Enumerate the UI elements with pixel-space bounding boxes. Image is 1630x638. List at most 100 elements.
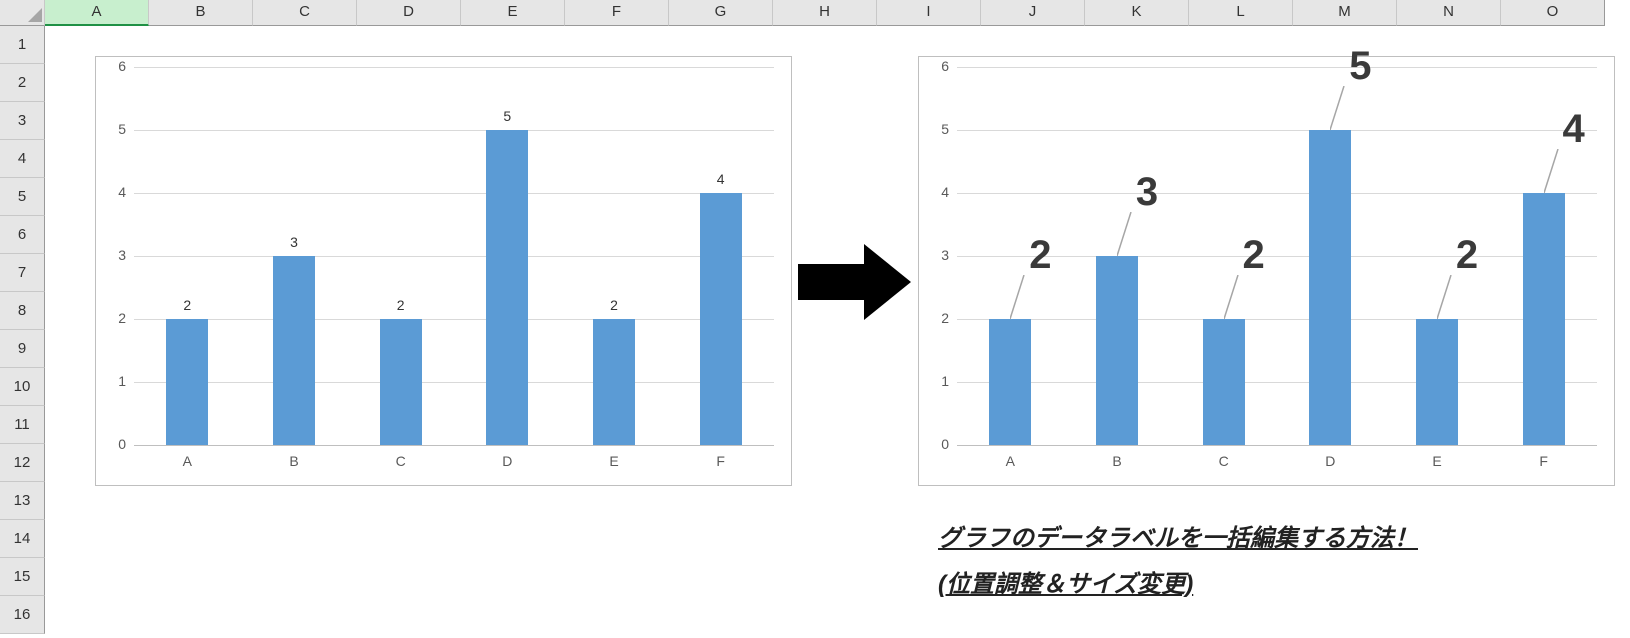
column-header-F[interactable]: F xyxy=(565,0,669,26)
chart-gridline xyxy=(957,193,1597,194)
cells-area[interactable]: 0123456A2B3C2D5E2F4 0123456A2B3C2D5E2F4 … xyxy=(45,26,1630,638)
chart-data-label: 4 xyxy=(709,171,733,187)
chart-leader-line xyxy=(1330,86,1346,132)
chart-data-label: 2 xyxy=(175,297,199,313)
chart-x-tick: E xyxy=(1384,453,1491,469)
chart-bar xyxy=(273,256,315,445)
chart-data-label: 4 xyxy=(1554,107,1594,152)
chart-data-label: 2 xyxy=(1447,233,1487,278)
column-header-M[interactable]: M xyxy=(1293,0,1397,26)
row-header-5[interactable]: 5 xyxy=(0,178,45,216)
row-header-column: 12345678910111213141516 xyxy=(0,26,45,634)
chart-y-tick: 3 xyxy=(941,247,949,263)
spreadsheet-sheet: ABCDEFGHIJKLMNO 12345678910111213141516 … xyxy=(0,0,1630,638)
chart-x-tick: A xyxy=(957,453,1064,469)
column-header-I[interactable]: I xyxy=(877,0,981,26)
chart-bar xyxy=(1203,319,1245,445)
row-header-15[interactable]: 15 xyxy=(0,558,45,596)
chart-bar xyxy=(1096,256,1138,445)
caption-line-2: (位置調整＆サイズ変更) xyxy=(938,562,1418,608)
chart-y-tick: 2 xyxy=(941,310,949,326)
chart-bar xyxy=(1309,130,1351,445)
chart-data-label: 2 xyxy=(1020,233,1060,278)
chart-data-label: 3 xyxy=(1127,170,1167,215)
chart-gridline xyxy=(957,319,1597,320)
chart-data-label: 5 xyxy=(495,108,519,124)
chart-x-tick: B xyxy=(241,453,348,469)
chart-bar xyxy=(380,319,422,445)
chart-x-axis xyxy=(134,445,774,446)
chart-x-tick: D xyxy=(454,453,561,469)
row-header-7[interactable]: 7 xyxy=(0,254,45,292)
select-all-triangle-icon xyxy=(0,0,45,26)
column-header-K[interactable]: K xyxy=(1085,0,1189,26)
chart-x-axis xyxy=(957,445,1597,446)
column-header-J[interactable]: J xyxy=(981,0,1085,26)
chart-leader-line xyxy=(1224,275,1240,321)
chart-bar xyxy=(989,319,1031,445)
chart-data-label: 2 xyxy=(389,297,413,313)
row-header-9[interactable]: 9 xyxy=(0,330,45,368)
chart-right-plot: 0123456A2B3C2D5E2F4 xyxy=(957,67,1597,445)
chart-y-tick: 0 xyxy=(118,436,126,452)
chart-gridline xyxy=(134,382,774,383)
chart-data-label: 2 xyxy=(602,297,626,313)
column-header-G[interactable]: G xyxy=(669,0,773,26)
row-header-16[interactable]: 16 xyxy=(0,596,45,634)
column-header-C[interactable]: C xyxy=(253,0,357,26)
column-header-A[interactable]: A xyxy=(45,0,149,26)
chart-gridline xyxy=(957,67,1597,68)
chart-y-tick: 4 xyxy=(118,184,126,200)
chart-gridline xyxy=(134,193,774,194)
chart-data-label: 3 xyxy=(282,234,306,250)
chart-leader-line xyxy=(1544,149,1560,195)
chart-left[interactable]: 0123456A2B3C2D5E2F4 xyxy=(95,56,792,486)
row-header-10[interactable]: 10 xyxy=(0,368,45,406)
row-header-2[interactable]: 2 xyxy=(0,64,45,102)
column-header-L[interactable]: L xyxy=(1189,0,1293,26)
chart-x-tick: A xyxy=(134,453,241,469)
row-header-13[interactable]: 13 xyxy=(0,482,45,520)
column-header-row: ABCDEFGHIJKLMNO xyxy=(0,0,1605,26)
chart-left-plot: 0123456A2B3C2D5E2F4 xyxy=(134,67,774,445)
caption: グラフのデータラベルを一括編集する方法！ (位置調整＆サイズ変更) xyxy=(938,516,1418,607)
row-header-1[interactable]: 1 xyxy=(0,26,45,64)
chart-gridline xyxy=(957,382,1597,383)
chart-gridline xyxy=(134,130,774,131)
chart-bar xyxy=(486,130,528,445)
chart-y-tick: 2 xyxy=(118,310,126,326)
chart-y-tick: 5 xyxy=(118,121,126,137)
column-header-H[interactable]: H xyxy=(773,0,877,26)
chart-x-tick: C xyxy=(347,453,454,469)
column-header-D[interactable]: D xyxy=(357,0,461,26)
chart-y-tick: 6 xyxy=(118,58,126,74)
chart-y-tick: 6 xyxy=(941,58,949,74)
chart-x-tick: E xyxy=(561,453,668,469)
chart-right[interactable]: 0123456A2B3C2D5E2F4 xyxy=(918,56,1615,486)
chart-leader-line xyxy=(1010,275,1026,321)
row-header-14[interactable]: 14 xyxy=(0,520,45,558)
chart-y-tick: 4 xyxy=(941,184,949,200)
column-header-O[interactable]: O xyxy=(1501,0,1605,26)
column-header-E[interactable]: E xyxy=(461,0,565,26)
chart-y-tick: 0 xyxy=(941,436,949,452)
chart-leader-line xyxy=(1117,212,1133,258)
caption-line-1: グラフのデータラベルを一括編集する方法！ xyxy=(938,516,1418,562)
row-header-12[interactable]: 12 xyxy=(0,444,45,482)
row-header-4[interactable]: 4 xyxy=(0,140,45,178)
row-header-3[interactable]: 3 xyxy=(0,102,45,140)
chart-leader-line xyxy=(1437,275,1453,321)
row-header-8[interactable]: 8 xyxy=(0,292,45,330)
row-header-6[interactable]: 6 xyxy=(0,216,45,254)
chart-y-tick: 1 xyxy=(941,373,949,389)
select-all-corner[interactable] xyxy=(0,0,45,26)
chart-x-tick: F xyxy=(1490,453,1597,469)
column-header-N[interactable]: N xyxy=(1397,0,1501,26)
chart-bar xyxy=(1523,193,1565,445)
chart-bar xyxy=(700,193,742,445)
chart-y-tick: 3 xyxy=(118,247,126,263)
arrow-right-icon xyxy=(798,244,911,320)
column-header-B[interactable]: B xyxy=(149,0,253,26)
chart-y-tick: 1 xyxy=(118,373,126,389)
row-header-11[interactable]: 11 xyxy=(0,406,45,444)
